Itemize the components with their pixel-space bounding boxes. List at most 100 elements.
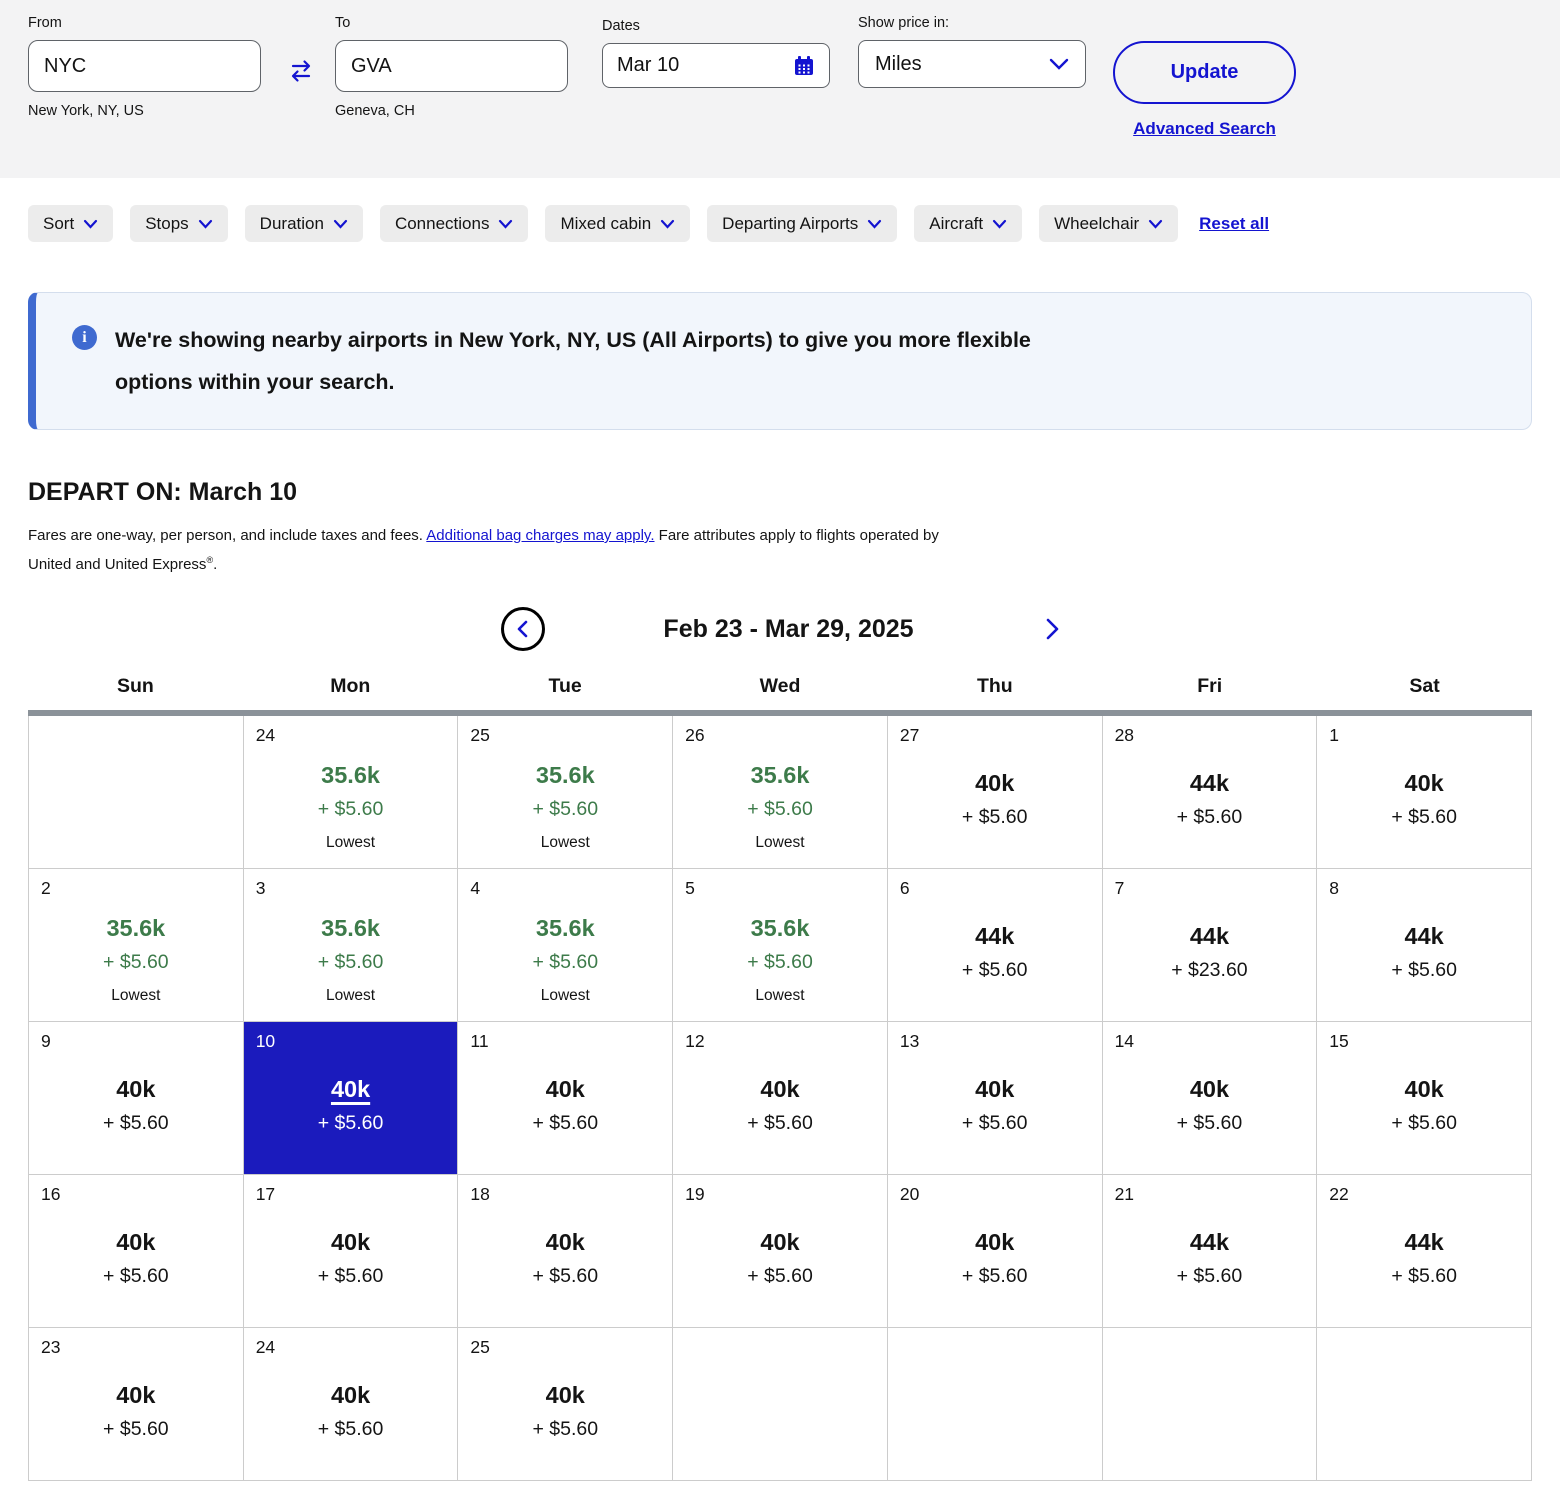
fare-fee: + $5.60 [1391,1265,1457,1287]
fare-fee: + $5.60 [1391,959,1457,981]
calendar-day-cell-11[interactable]: 11 40k + $5.60 [458,1022,674,1175]
day-number: 13 [899,1031,920,1051]
fare-miles: 40k [545,1382,585,1408]
fare-fee: + $5.60 [1176,806,1243,828]
disclaimer-text-1: Fares are one-way, per person, and inclu… [28,527,427,544]
day-number: 21 [1114,1184,1135,1204]
date-range-title: Feb 23 - Mar 29, 2025 [663,614,914,643]
from-field-group: From New York, NY, US [28,15,261,119]
price-unit-select[interactable]: Miles [858,40,1086,88]
fare-disclaimer: Fares are one-way, per person, and inclu… [28,524,973,577]
update-button[interactable]: Update [1113,41,1296,104]
calendar-day-cell-13[interactable]: 13 40k + $5.60 [887,1022,1103,1175]
calendar-day-cell-14[interactable]: 14 40k + $5.60 [1102,1022,1318,1175]
dates-input[interactable]: Mar 10 [602,43,830,88]
calendar-icon [795,55,813,75]
day-number: 1 [1329,725,1340,745]
calendar-day-cell-7[interactable]: 7 44k + $23.60 [1102,869,1318,1022]
fare-fee: + $5.60 [1391,806,1457,828]
calendar-day-cell-28[interactable]: 28 44k + $5.60 [1102,716,1318,869]
filter-chip-sort[interactable]: Sort [28,205,114,242]
reset-all-link[interactable]: Reset all [1199,214,1269,234]
fare-miles: 40k [1404,1076,1444,1102]
fare-miles: 35.6k [321,762,380,788]
calendar-empty-cell [29,716,244,869]
day-number: 25 [470,1337,490,1357]
from-label: From [28,15,62,31]
day-number: 4 [470,878,481,898]
filter-chip-label: Sort [43,213,75,233]
calendar-day-cell-26[interactable]: 26 35.6k + $5.60 Lowest [673,716,888,869]
calendar-day-cell-1[interactable]: 1 40k + $5.60 [1317,716,1532,869]
calendar-day-cell-8[interactable]: 8 44k + $5.60 [1317,869,1532,1022]
fare-fee: + $5.60 [103,1418,169,1440]
filter-chip-stops[interactable]: Stops [130,205,228,242]
calendar-day-cell-15[interactable]: 15 40k + $5.60 [1317,1022,1532,1175]
day-number: 25 [470,725,490,745]
calendar-day-cell-24[interactable]: 24 40k + $5.60 [243,1328,459,1481]
calendar-day-cell-16[interactable]: 16 40k + $5.60 [29,1175,244,1328]
filter-chip-mixed-cabin[interactable]: Mixed cabin [545,205,691,242]
calendar-day-cell-10[interactable]: 10 40k + $5.60 [243,1022,459,1175]
calendar-day-cell-9[interactable]: 9 40k + $5.60 [29,1022,244,1175]
calendar-day-cell-25[interactable]: 25 40k + $5.60 [458,1328,674,1481]
day-number: 24 [255,1337,276,1357]
fare-miles: 40k [116,1229,156,1255]
calendar-day-cell-22[interactable]: 22 44k + $5.60 [1317,1175,1532,1328]
calendar-day-cell-18[interactable]: 18 40k + $5.60 [458,1175,674,1328]
to-label: To [335,15,351,31]
filter-chip-duration[interactable]: Duration [244,205,363,242]
filter-chip-aircraft[interactable]: Aircraft [914,205,1023,242]
swap-airports-button[interactable] [286,56,316,89]
dates-label: Dates [602,18,640,34]
calendar-empty-cell [887,1328,1103,1481]
calendar-day-cell-20[interactable]: 20 40k + $5.60 [887,1175,1103,1328]
previous-weeks-button[interactable] [500,607,545,651]
bag-charges-link[interactable]: Additional bag charges may apply. [426,527,654,544]
calendar-day-cell-27[interactable]: 27 40k + $5.60 [887,716,1103,869]
filter-chip-departing-airports[interactable]: Departing Airports [707,205,898,242]
day-number: 5 [685,878,695,898]
day-header-wed: Wed [759,675,801,697]
depart-on-heading: DEPART ON: March 10 [28,478,298,506]
fare-miles: 40k [760,1229,800,1255]
chevron-down-icon [992,219,1007,229]
calendar-day-cell-25[interactable]: 25 35.6k + $5.60 Lowest [458,716,674,869]
fare-fee: + $5.60 [103,951,169,973]
dates-value: Mar 10 [617,54,680,76]
dates-field-group: Dates Mar 10 [602,18,830,88]
fare-fee: + $5.60 [532,951,599,973]
calendar-day-cell-24[interactable]: 24 35.6k + $5.60 Lowest [243,716,459,869]
fare-fee: + $5.60 [317,951,384,973]
fare-fee: + $5.60 [1391,1112,1457,1134]
chevron-down-icon [1049,58,1069,70]
chevron-down-icon [333,219,348,229]
filter-chip-wheelchair[interactable]: Wheelchair [1039,205,1179,242]
filter-chip-label: Stops [145,213,189,233]
next-weeks-button[interactable] [1045,618,1060,640]
day-number: 14 [1114,1031,1135,1051]
calendar-day-cell-6[interactable]: 6 44k + $5.60 [887,869,1103,1022]
chevron-down-icon [1149,219,1163,229]
calendar-day-cell-2[interactable]: 2 35.6k + $5.60 Lowest [29,869,244,1022]
filter-chip-label: Connections [394,213,490,233]
calendar-day-cell-5[interactable]: 5 35.6k + $5.60 Lowest [673,869,888,1022]
swap-icon [291,60,311,82]
fare-fee: + $5.60 [747,798,813,820]
calendar-day-cell-21[interactable]: 21 44k + $5.60 [1102,1175,1318,1328]
calendar-day-cell-19[interactable]: 19 40k + $5.60 [673,1175,888,1328]
fare-miles: 44k [975,923,1015,949]
to-input[interactable] [335,40,568,92]
calendar-day-cell-4[interactable]: 4 35.6k + $5.60 Lowest [458,869,674,1022]
advanced-search-link[interactable]: Advanced Search [1113,119,1296,139]
price-unit-group: Show price in: Miles [858,15,1086,88]
from-input[interactable] [28,40,261,92]
day-number: 9 [41,1031,51,1051]
to-field-group: To Geneva, CH [335,15,568,119]
calendar-day-cell-23[interactable]: 23 40k + $5.60 [29,1328,244,1481]
day-header-mon: Mon [330,675,371,697]
filter-chip-connections[interactable]: Connections [379,205,529,242]
calendar-day-cell-17[interactable]: 17 40k + $5.60 [243,1175,459,1328]
calendar-day-cell-3[interactable]: 3 35.6k + $5.60 Lowest [243,869,459,1022]
calendar-day-cell-12[interactable]: 12 40k + $5.60 [673,1022,888,1175]
